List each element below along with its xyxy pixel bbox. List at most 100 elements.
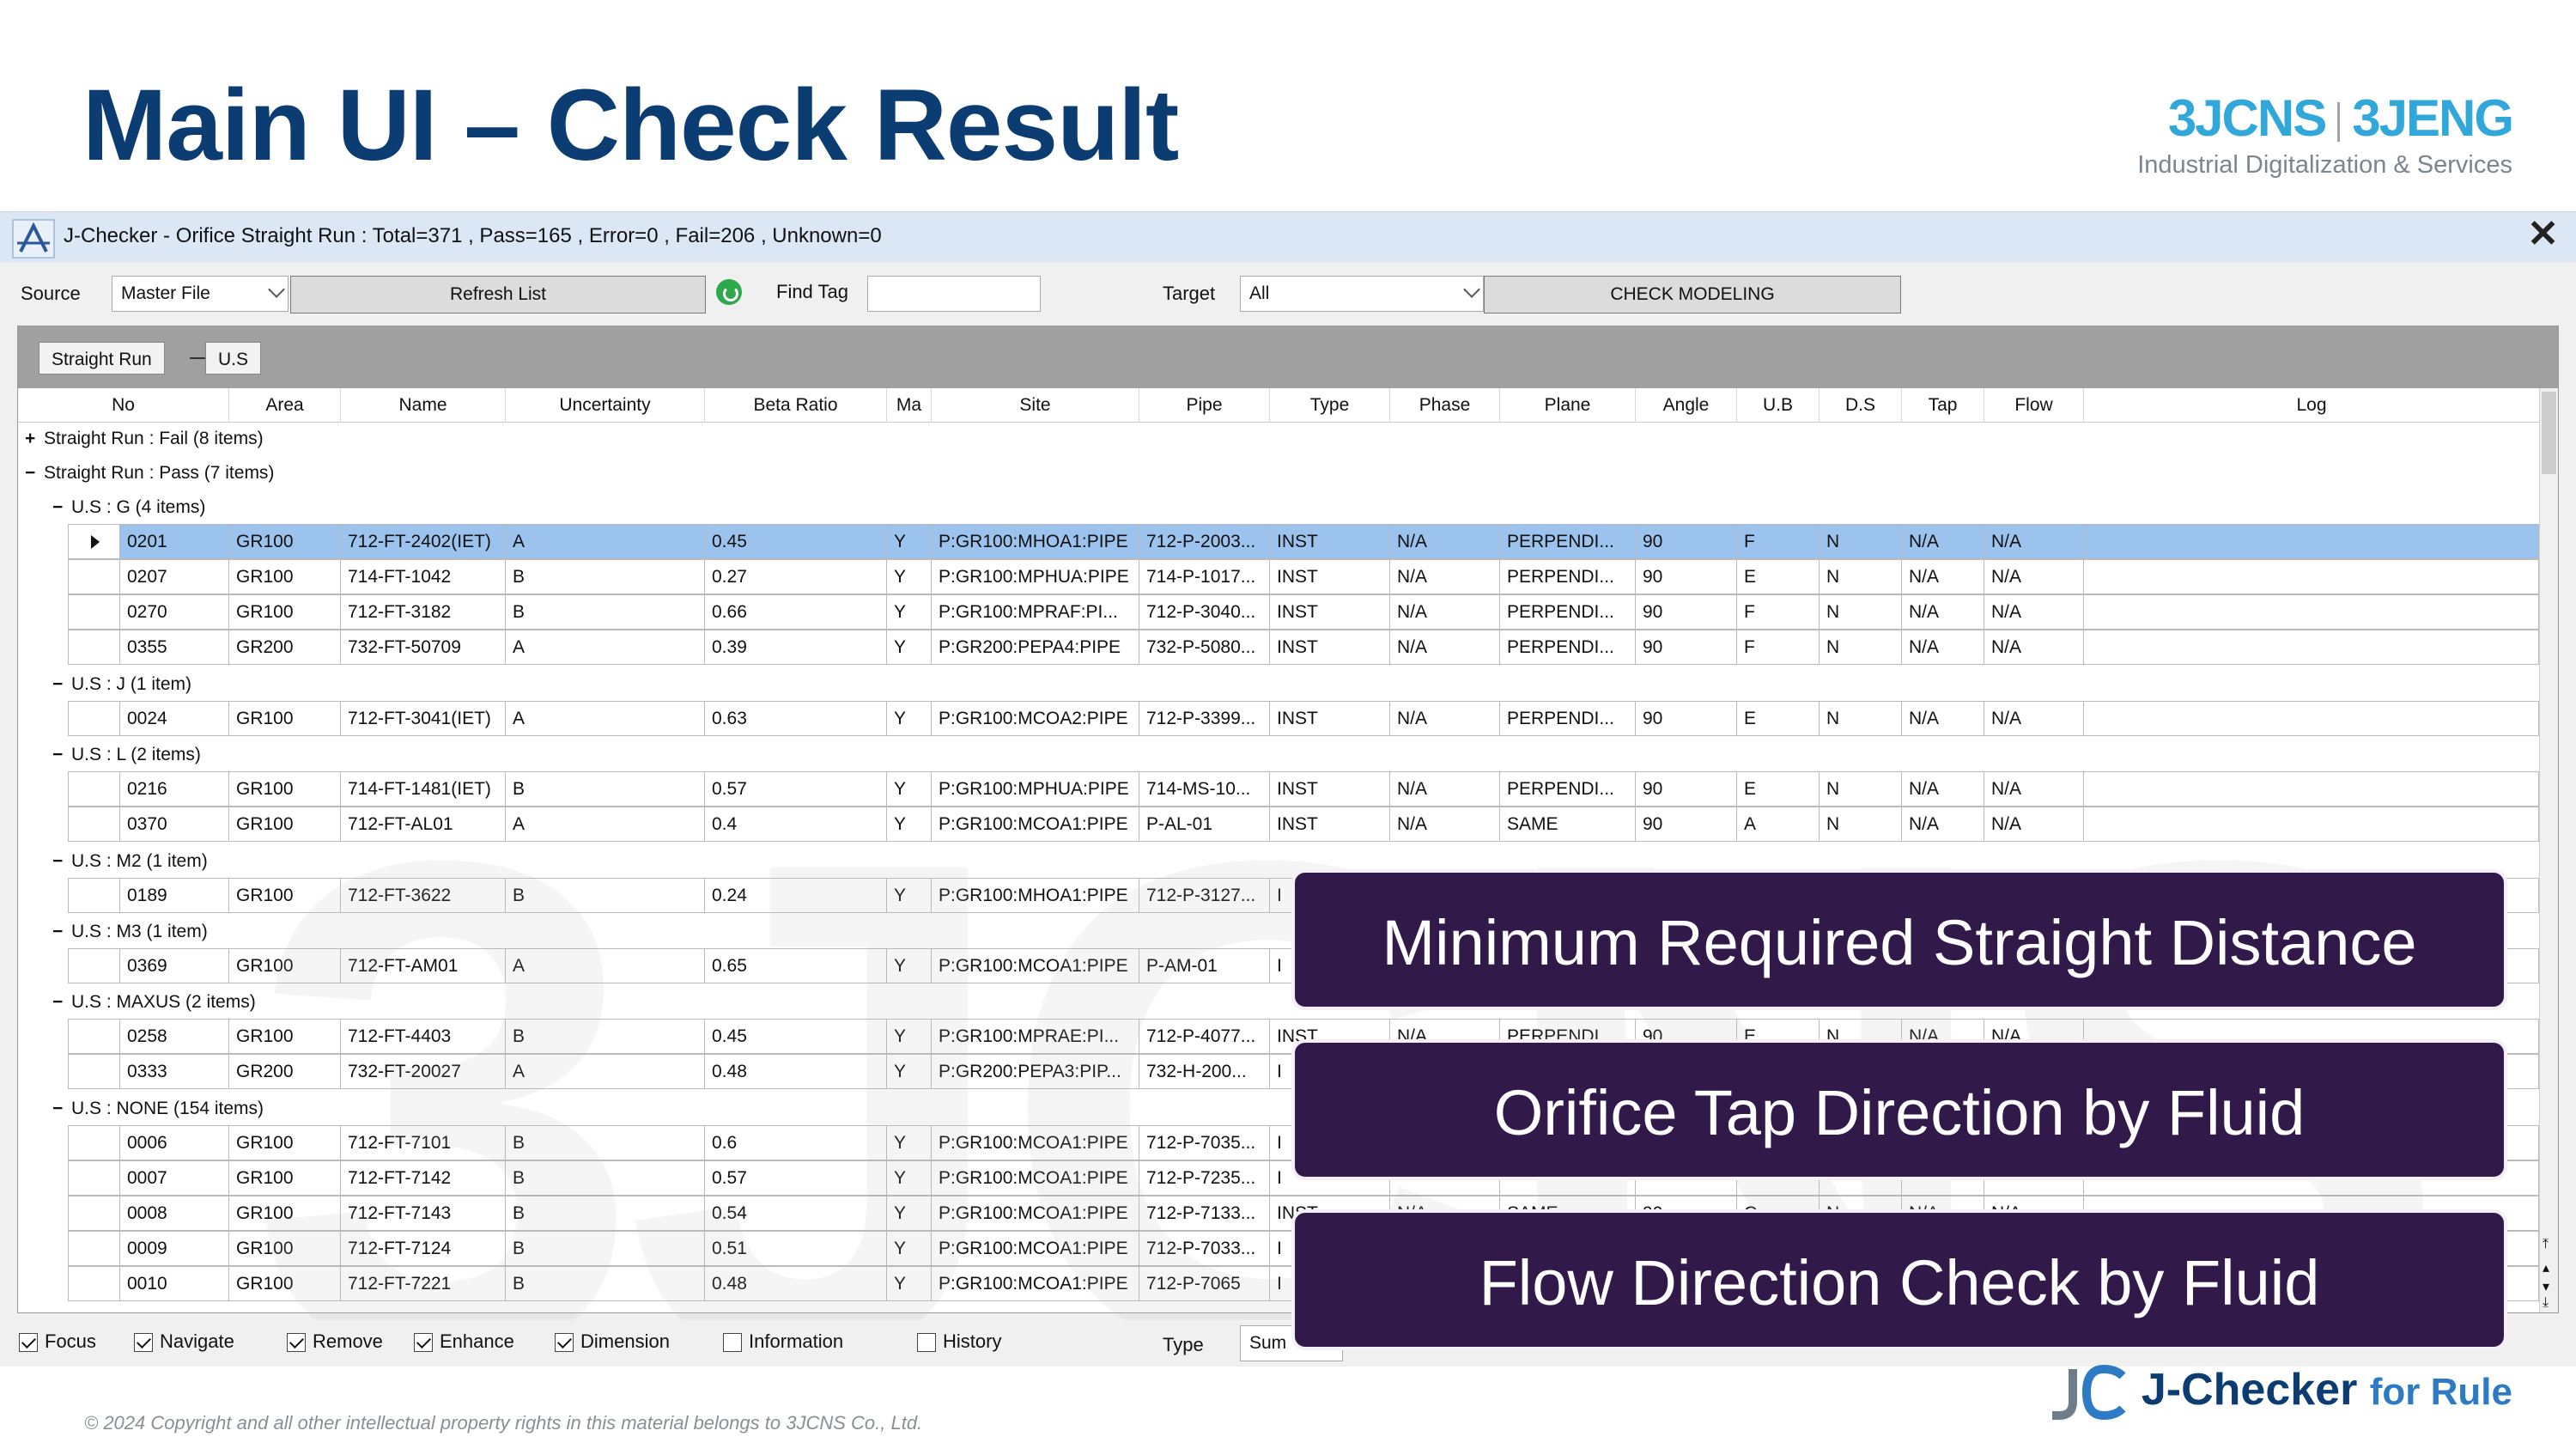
cell-area[interactable]: GR100 bbox=[229, 1160, 341, 1196]
cell-uncertainty[interactable]: A bbox=[506, 701, 705, 736]
navigate-checkbox[interactable]: Navigate bbox=[134, 1330, 234, 1353]
column-header-angle[interactable]: Angle bbox=[1636, 388, 1737, 423]
cell-type[interactable]: INST bbox=[1270, 630, 1390, 665]
cell-no[interactable]: 0216 bbox=[119, 771, 229, 807]
cell-pipe[interactable]: 712-P-3399... bbox=[1139, 701, 1270, 736]
cell-site[interactable]: P:GR100:MCOA1:PIPE bbox=[932, 1196, 1139, 1231]
cell-beta-ratio[interactable]: 0.66 bbox=[705, 594, 887, 630]
cell-site[interactable]: P:GR100:MCOA1:PIPE bbox=[932, 1231, 1139, 1266]
cell-ma[interactable]: Y bbox=[887, 701, 932, 736]
cell-no[interactable]: 0006 bbox=[119, 1125, 229, 1160]
column-header-plane[interactable]: Plane bbox=[1500, 388, 1636, 423]
cell-type[interactable]: INST bbox=[1270, 524, 1390, 559]
table-row[interactable]: 0355 GR200 732-FT-50709 A 0.39 Y P:GR200:PEPA4… bbox=[18, 630, 2539, 665]
row-indicator[interactable] bbox=[68, 524, 119, 559]
cell-log[interactable] bbox=[2084, 524, 2539, 559]
column-header-ub[interactable]: U.B bbox=[1737, 388, 1820, 423]
cell-area[interactable]: GR100 bbox=[229, 771, 341, 807]
group-row-us-j[interactable]: − U.S : J (1 item) bbox=[52, 668, 191, 701]
group-chip-us[interactable]: U.S bbox=[205, 342, 262, 374]
cell-beta-ratio[interactable]: 0.63 bbox=[705, 701, 887, 736]
cell-area[interactable]: GR200 bbox=[229, 630, 341, 665]
row-indicator[interactable] bbox=[68, 1019, 119, 1054]
cell-ds[interactable]: N bbox=[1820, 594, 1902, 630]
find-tag-input[interactable] bbox=[867, 276, 1041, 312]
cell-name[interactable]: 712-FT-3182 bbox=[341, 594, 506, 630]
row-indicator[interactable] bbox=[68, 1231, 119, 1266]
cell-ds[interactable]: N bbox=[1820, 701, 1902, 736]
cell-flow[interactable]: N/A bbox=[1984, 630, 2084, 665]
cell-pipe[interactable]: 712-P-3127... bbox=[1139, 878, 1270, 913]
cell-area[interactable]: GR100 bbox=[229, 701, 341, 736]
cell-pipe[interactable]: 712-P-7133... bbox=[1139, 1196, 1270, 1231]
cell-beta-ratio[interactable]: 0.24 bbox=[705, 878, 887, 913]
cell-log[interactable] bbox=[2084, 559, 2539, 594]
column-header-ds[interactable]: D.S bbox=[1820, 388, 1902, 423]
cell-plane[interactable]: PERPENDI... bbox=[1500, 594, 1636, 630]
cell-beta-ratio[interactable]: 0.6 bbox=[705, 1125, 887, 1160]
cell-site[interactable]: P:GR100:MCOA1:PIPE bbox=[932, 1160, 1139, 1196]
column-header-log[interactable]: Log bbox=[2084, 388, 2539, 423]
cell-no[interactable]: 0189 bbox=[119, 878, 229, 913]
cell-ds[interactable]: N bbox=[1820, 807, 1902, 842]
cell-plane[interactable]: PERPENDI... bbox=[1500, 771, 1636, 807]
check-modeling-button[interactable]: CHECK MODELING bbox=[1484, 276, 1901, 314]
cell-site[interactable]: P:GR100:MCOA1:PIPE bbox=[932, 807, 1139, 842]
cell-phase[interactable]: N/A bbox=[1390, 701, 1500, 736]
cell-name[interactable]: 712-FT-AM01 bbox=[341, 948, 506, 983]
close-icon[interactable]: ✕ bbox=[2527, 216, 2559, 253]
group-row-pass[interactable]: − Straight Run : Pass (7 items) bbox=[25, 457, 274, 490]
cell-flow[interactable]: N/A bbox=[1984, 594, 2084, 630]
cell-no[interactable]: 0333 bbox=[119, 1054, 229, 1089]
cell-type[interactable]: INST bbox=[1270, 771, 1390, 807]
cell-phase[interactable]: N/A bbox=[1390, 807, 1500, 842]
source-select[interactable]: Master File bbox=[112, 276, 289, 312]
cell-angle[interactable]: 90 bbox=[1636, 559, 1737, 594]
cell-site[interactable]: P:GR100:MHOA1:PIPE bbox=[932, 878, 1139, 913]
cell-area[interactable]: GR100 bbox=[229, 1019, 341, 1054]
group-row-us-none[interactable]: − U.S : NONE (154 items) bbox=[52, 1093, 264, 1125]
cell-no[interactable]: 0207 bbox=[119, 559, 229, 594]
scroll-top-icon[interactable]: ⤒ bbox=[2543, 1237, 2549, 1252]
column-header-flow[interactable]: Flow bbox=[1984, 388, 2084, 423]
cell-ma[interactable]: Y bbox=[887, 1125, 932, 1160]
cell-site[interactable]: P:GR100:MPRAE:PI... bbox=[932, 1019, 1139, 1054]
history-checkbox[interactable]: History bbox=[917, 1330, 1001, 1353]
row-indicator[interactable] bbox=[68, 1054, 119, 1089]
cell-area[interactable]: GR100 bbox=[229, 1266, 341, 1301]
cell-phase[interactable]: N/A bbox=[1390, 524, 1500, 559]
cell-site[interactable]: P:GR100:MPHUA:PIPE bbox=[932, 771, 1139, 807]
column-header-tap[interactable]: Tap bbox=[1902, 388, 1984, 423]
cell-uncertainty[interactable]: B bbox=[506, 1231, 705, 1266]
cell-pipe[interactable]: 714-MS-10... bbox=[1139, 771, 1270, 807]
cell-no[interactable]: 0370 bbox=[119, 807, 229, 842]
cell-pipe[interactable]: 712-P-3040... bbox=[1139, 594, 1270, 630]
cell-uncertainty[interactable]: B bbox=[506, 771, 705, 807]
cell-type[interactable]: INST bbox=[1270, 594, 1390, 630]
cell-no[interactable]: 0024 bbox=[119, 701, 229, 736]
cell-phase[interactable]: N/A bbox=[1390, 630, 1500, 665]
cell-name[interactable]: 712-FT-7142 bbox=[341, 1160, 506, 1196]
column-header-phase[interactable]: Phase bbox=[1390, 388, 1500, 423]
table-row[interactable]: 0270 GR100 712-FT-3182 B 0.66 Y P:GR100:MPRAF:… bbox=[18, 594, 2539, 630]
row-indicator[interactable] bbox=[68, 1266, 119, 1301]
cell-uncertainty[interactable]: B bbox=[506, 1196, 705, 1231]
cell-uncertainty[interactable]: A bbox=[506, 807, 705, 842]
group-chip-straight-run[interactable]: Straight Run bbox=[39, 342, 165, 374]
cell-log[interactable] bbox=[2084, 807, 2539, 842]
cell-beta-ratio[interactable]: 0.57 bbox=[705, 1160, 887, 1196]
cell-site[interactable]: P:GR100:MPRAF:PI... bbox=[932, 594, 1139, 630]
cell-ma[interactable]: Y bbox=[887, 594, 932, 630]
cell-beta-ratio[interactable]: 0.48 bbox=[705, 1054, 887, 1089]
cell-no[interactable]: 0009 bbox=[119, 1231, 229, 1266]
cell-no[interactable]: 0007 bbox=[119, 1160, 229, 1196]
cell-no[interactable]: 0258 bbox=[119, 1019, 229, 1054]
cell-uncertainty[interactable]: A bbox=[506, 1054, 705, 1089]
cell-ub[interactable]: A bbox=[1737, 807, 1820, 842]
group-row-us-maxus[interactable]: − U.S : MAXUS (2 items) bbox=[52, 986, 256, 1019]
cell-name[interactable]: 732-FT-50709 bbox=[341, 630, 506, 665]
cell-name[interactable]: 712-FT-7221 bbox=[341, 1266, 506, 1301]
column-header-site[interactable]: Site bbox=[932, 388, 1139, 423]
cell-uncertainty[interactable]: B bbox=[506, 1266, 705, 1301]
cell-area[interactable]: GR100 bbox=[229, 807, 341, 842]
